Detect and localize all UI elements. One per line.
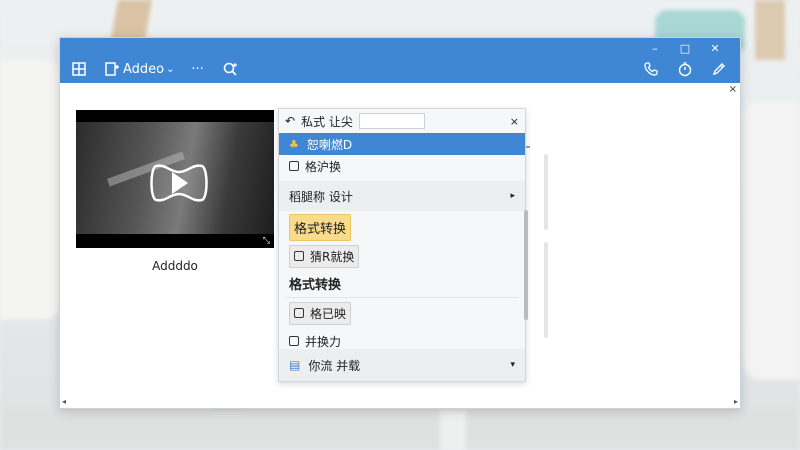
video-thumbnail[interactable]: ⤡ [76,110,274,248]
more-icon: ··· [191,61,204,77]
menu-footer-label: 你流 并载 [308,358,361,373]
folder-icon [289,336,299,346]
minimize-button[interactable]: – [640,40,670,56]
menu-item-bold[interactable]: 格式转换 [279,269,525,297]
expand-icon[interactable]: ⤡ [263,236,270,246]
layout-button[interactable] [68,58,90,80]
checkbox-icon [294,308,304,318]
toolbar: Addeo ⌄ ··· [68,58,241,80]
more-button[interactable]: ··· [187,58,209,80]
pen-button[interactable] [708,58,730,80]
menu-header: ↶ 私式 让尖 × [279,109,525,133]
pen-icon [712,63,725,76]
context-menu: ↶ 私式 让尖 × ♣ 恕喇燃D 格沪换 稻腿称 设计 ▸ 格式转换 猜R就换 [278,108,526,382]
menu-scrollbar[interactable] [524,210,528,320]
title-bar: – □ ✕ Addeo ⌄ ··· [60,38,740,83]
toolbar-right [640,58,730,80]
menu-item-3-label: 格已映 [310,306,347,321]
phone-button[interactable] [640,58,662,80]
panel-close-icon[interactable]: × [729,84,737,95]
search-icon [223,62,237,76]
menu-item-1-label: 格沪换 [305,159,342,174]
menu-item-3[interactable]: 格已映 [279,298,525,328]
menu-item-1[interactable]: 格沪换 [279,155,525,177]
phone-icon [644,62,658,76]
chevron-right-icon: ▸ [510,191,515,201]
menu-item-2-label: 猜R就换 [310,249,355,264]
chevron-down-icon: ⌄ [166,63,175,75]
menu-item-selected[interactable]: ♣ 恕喇燃D [279,133,525,155]
menu-item-4-label: 并换力 [305,334,342,349]
menu-item-3-chip: 格已映 [289,301,352,325]
add-dropdown-label: Addeo [123,61,165,77]
menu-item-highlight-label: 格式转换 [289,213,352,241]
menu-submenu[interactable]: 稻腿称 设计 ▸ [279,181,525,211]
menu-item-bold-label: 格式转换 [289,277,342,293]
search-button[interactable] [219,58,241,80]
timer-button[interactable] [674,58,696,80]
add-note-icon [105,62,119,76]
menu-item-2[interactable]: 猜R就换 [279,243,525,269]
menu-submenu-label: 稻腿称 设计 [289,189,353,204]
add-dropdown-button[interactable]: Addeo ⌄ [104,58,175,80]
chevron-down-icon: ▾ [510,360,515,370]
timer-icon [678,62,692,77]
scroll-track-upper[interactable] [544,154,548,230]
video-caption: Addddo [152,259,198,273]
menu-footer[interactable]: ▤ 你流 并载 ▾ [279,349,525,381]
scroll-marker [526,146,530,148]
scroll-track-lower[interactable] [544,242,548,338]
menu-header-label: 私式 让尖 [301,114,353,129]
checkbox-icon [289,161,299,171]
menu-item-highlight[interactable]: 格式转换 [279,211,525,243]
document-icon: ▤ [289,358,301,372]
tree-icon: ♣ [289,137,299,151]
menu-search-input[interactable] [358,113,425,129]
menu-item-2-chip: 猜R就换 [289,244,360,268]
app-window: – □ ✕ Addeo ⌄ ··· × ⤡ Addddo ↶ 私式 让尖 × ♣… [59,37,741,409]
close-button[interactable]: ✕ [700,40,730,56]
menu-item-selected-label: 恕喇燃D [306,137,353,152]
scroll-left-arrow[interactable]: ◂ [62,397,66,406]
checkbox-icon [294,251,304,261]
menu-close-icon[interactable]: × [510,115,519,128]
maximize-button[interactable]: □ [670,40,700,56]
undo-icon[interactable]: ↶ [285,114,295,128]
scroll-right-arrow[interactable]: ▸ [734,397,738,406]
layout-icon [72,62,86,76]
play-icon[interactable] [148,160,210,206]
window-controls: – □ ✕ [640,40,730,56]
